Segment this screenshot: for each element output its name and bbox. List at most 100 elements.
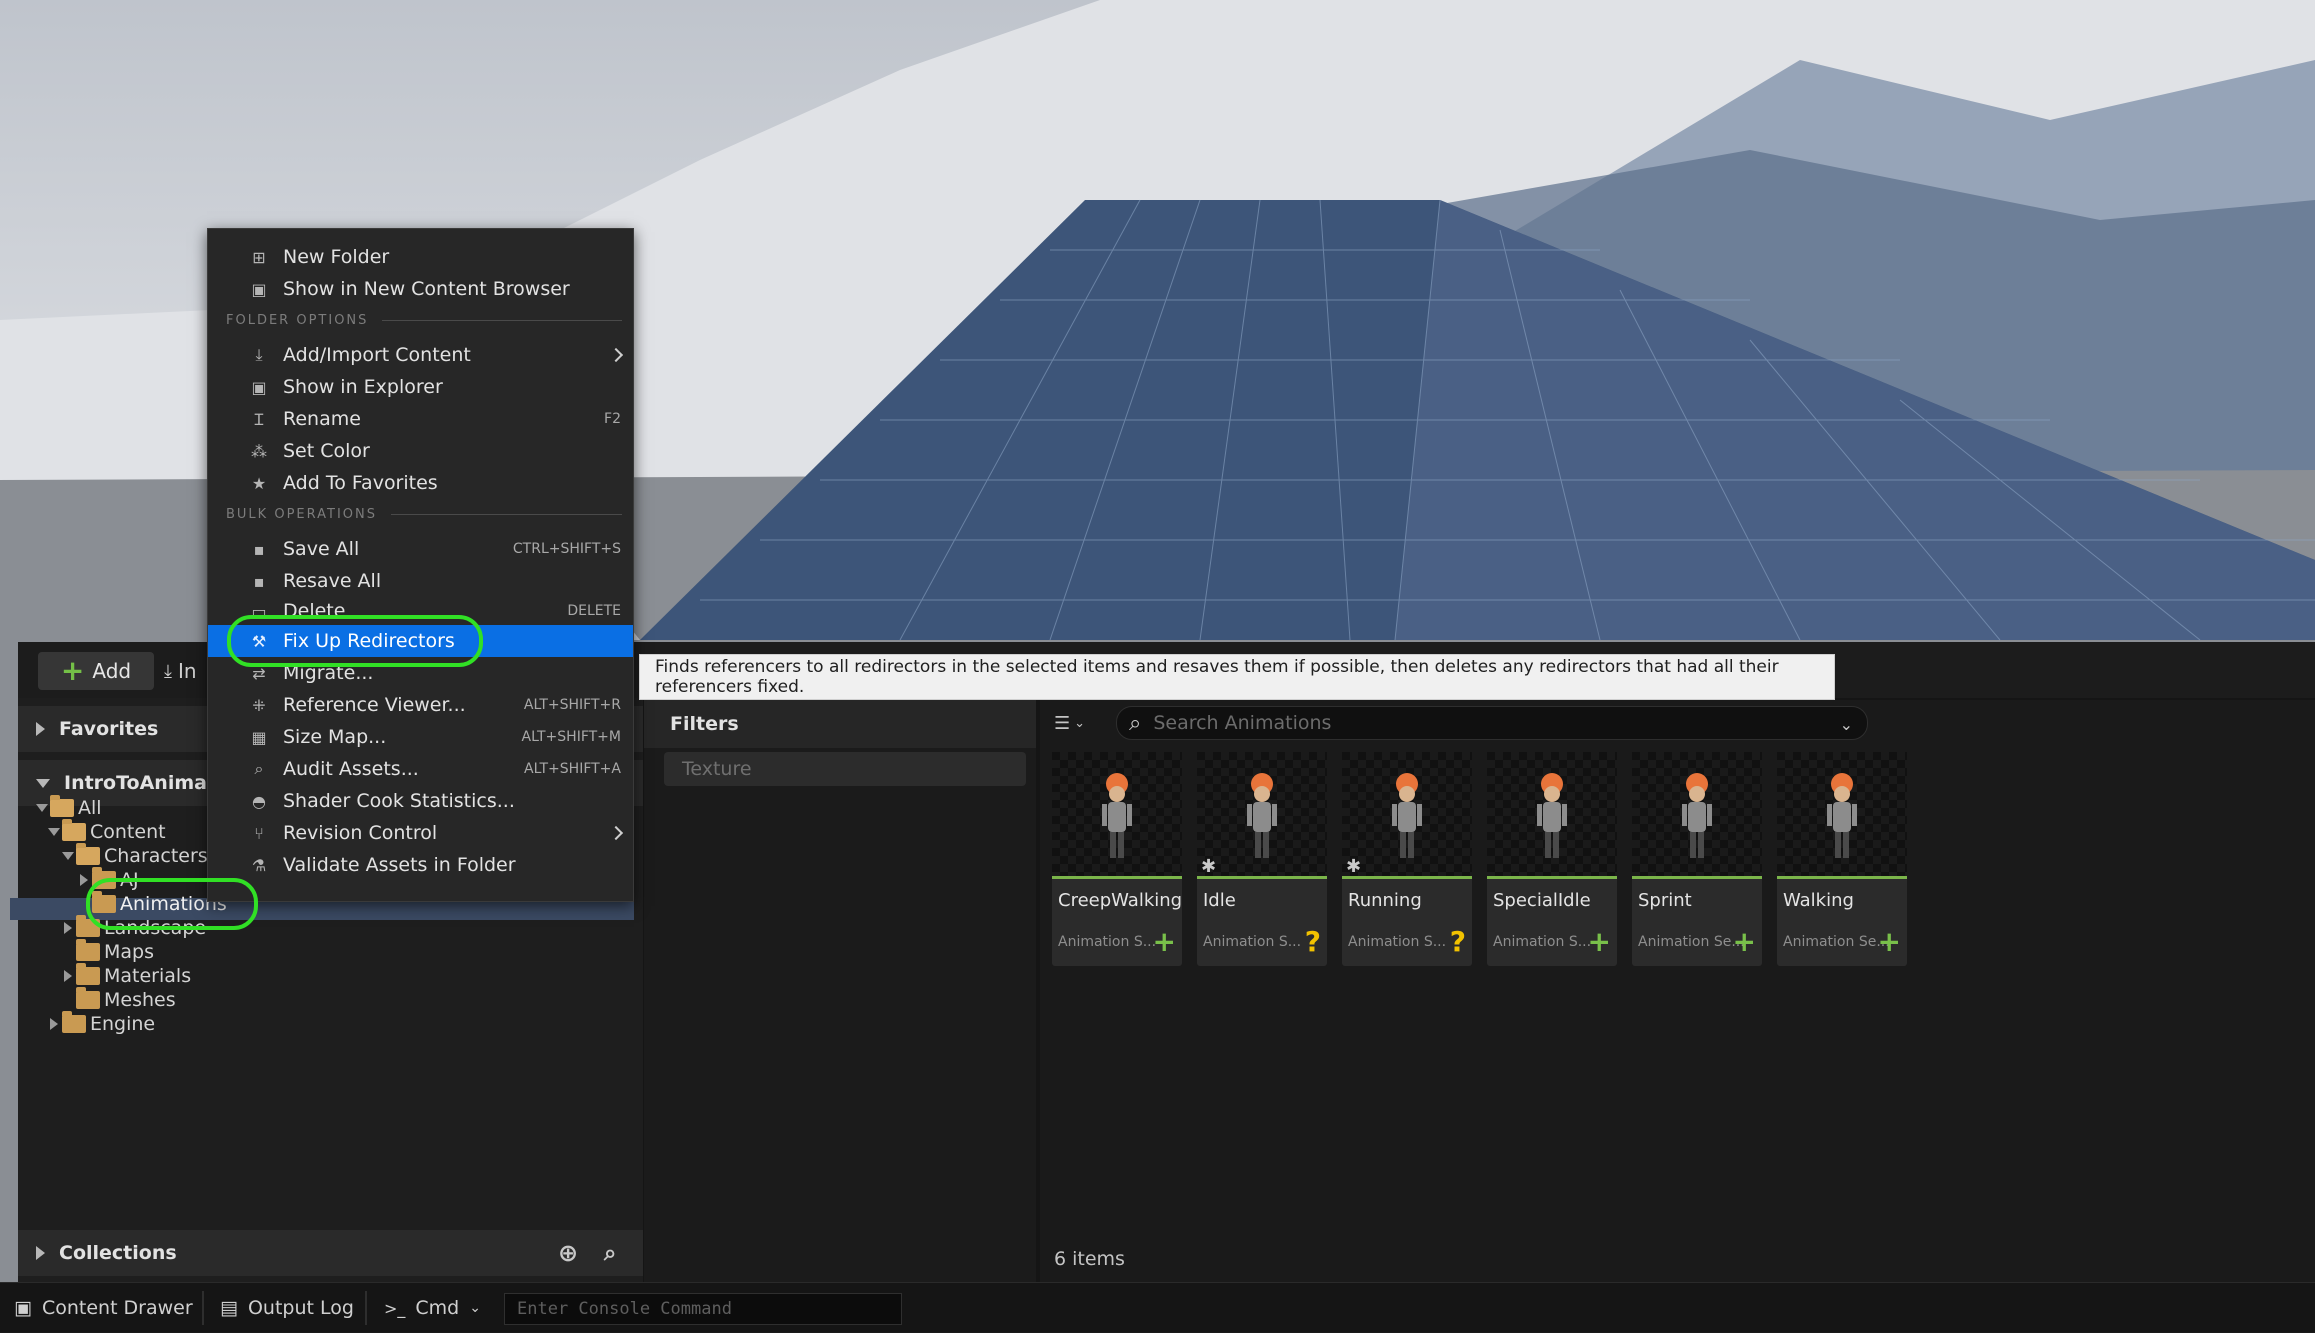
add-button[interactable]: + Add bbox=[38, 652, 154, 690]
expand-icon bbox=[36, 1246, 45, 1260]
add-collection-icon[interactable]: ⊕ bbox=[558, 1239, 578, 1267]
asset-thumbnail bbox=[1052, 752, 1182, 878]
add-button-label: Add bbox=[92, 659, 132, 683]
asset-tile[interactable]: SpecialIdle Animation S... + bbox=[1487, 752, 1617, 966]
asset-name: Running bbox=[1348, 890, 1422, 911]
collapse-icon bbox=[62, 852, 74, 860]
cmd-dropdown[interactable]: >_ Cmd ⌄ bbox=[384, 1283, 481, 1333]
output-log-button[interactable]: ▤ Output Log bbox=[220, 1283, 354, 1333]
tree-item-maps[interactable]: Maps bbox=[60, 939, 154, 964]
asset-type: Animation Se... bbox=[1783, 934, 1890, 950]
tree-item-label: Meshes bbox=[104, 989, 176, 1011]
palette-icon: ⁂ bbox=[251, 441, 267, 461]
content-drawer-icon: ▣ bbox=[14, 1297, 32, 1319]
asset-tile[interactable]: Walking Animation Se... + bbox=[1777, 752, 1907, 966]
search-icon[interactable]: ⌕ bbox=[604, 1241, 616, 1266]
asset-thumbnail bbox=[1342, 752, 1472, 878]
asset-type: Animation S... bbox=[1348, 934, 1447, 950]
menu-item-show-in-new-content-browser[interactable]: ▣ Show in New Content Browser bbox=[208, 273, 633, 305]
asset-tile[interactable]: ✱ Running Animation S...? bbox=[1342, 752, 1472, 966]
menu-item-label: New Folder bbox=[283, 246, 390, 268]
character-icon bbox=[1247, 773, 1277, 858]
asset-type-color-bar bbox=[1197, 876, 1327, 879]
question-mark-icon: ? bbox=[1304, 925, 1321, 958]
tree-item-all[interactable]: All bbox=[34, 795, 102, 820]
flask-icon: ⚗ bbox=[251, 855, 267, 875]
asset-tile[interactable]: CreepWalking Animation S... + bbox=[1052, 752, 1182, 966]
menu-item-size-map[interactable]: ▦ Size Map... ALT+SHIFT+M bbox=[208, 721, 633, 753]
filter-dropdown-button[interactable]: ☰ ⌄ bbox=[1054, 710, 1100, 736]
plus-icon: + bbox=[60, 654, 85, 687]
divider bbox=[202, 1291, 204, 1325]
asset-tile[interactable]: Sprint Animation Se... + bbox=[1632, 752, 1762, 966]
menu-item-add-to-favorites[interactable]: ★ Add To Favorites bbox=[208, 467, 633, 499]
asset-type-color-bar bbox=[1487, 876, 1617, 879]
asset-thumbnail bbox=[1777, 752, 1907, 878]
tree-item-characters[interactable]: Characters bbox=[60, 843, 208, 868]
menu-item-new-folder[interactable]: ⊞ New Folder bbox=[208, 241, 633, 273]
content-browser-icon: ▣ bbox=[251, 279, 267, 299]
asset-type: Animation S... bbox=[1493, 934, 1592, 950]
menu-item-validate-assets[interactable]: ⚗ Validate Assets in Folder bbox=[208, 849, 633, 881]
filters-header[interactable]: Filters bbox=[644, 700, 1036, 748]
section-title: FOLDER OPTIONS bbox=[226, 313, 369, 328]
chevron-down-icon[interactable]: ⌄ bbox=[1840, 715, 1853, 734]
content-drawer-button[interactable]: ▣ Content Drawer bbox=[14, 1283, 193, 1333]
status-bar: ▣ Content Drawer ▤ Output Log >_ Cmd ⌄ E… bbox=[0, 1282, 2315, 1332]
tree-item-label: Characters bbox=[104, 845, 208, 867]
folder-icon bbox=[76, 963, 100, 985]
menu-item-label: Show in Explorer bbox=[283, 376, 443, 398]
menu-item-label: Set Color bbox=[283, 440, 370, 462]
folder-context-menu: ⊞ New Folder ▣ Show in New Content Brows… bbox=[207, 228, 634, 902]
star-icon: ★ bbox=[251, 473, 267, 493]
menu-item-label: Add To Favorites bbox=[283, 472, 438, 494]
menu-item-rename[interactable]: Ɪ Rename F2 bbox=[208, 403, 633, 435]
texture-filter-chip[interactable]: Texture bbox=[664, 752, 1026, 786]
menu-item-save-all[interactable]: ▪ Save All CTRL+SHIFT+S bbox=[208, 533, 633, 565]
asset-tile[interactable]: ✱ Idle Animation S...? bbox=[1197, 752, 1327, 966]
folder-icon bbox=[76, 843, 100, 865]
menu-item-shader-cook-statistics[interactable]: ◓ Shader Cook Statistics... bbox=[208, 785, 633, 817]
collections-section-header[interactable]: Collections ⊕ ⌕ bbox=[18, 1230, 643, 1276]
search-input[interactable]: ⌕ Search Animations ⌄ bbox=[1116, 706, 1868, 740]
tree-item-label: Materials bbox=[104, 965, 192, 987]
cmd-label: Cmd bbox=[415, 1297, 460, 1319]
menu-item-audit-assets[interactable]: ⌕ Audit Assets... ALT+SHIFT+A bbox=[208, 753, 633, 785]
menu-item-revision-control[interactable]: ⑂ Revision Control bbox=[208, 817, 633, 849]
chevron-down-icon: ⌄ bbox=[1074, 715, 1086, 731]
tree-item-materials[interactable]: Materials bbox=[60, 963, 192, 988]
menu-item-set-color[interactable]: ⁂ Set Color bbox=[208, 435, 633, 467]
menu-item-resave-all[interactable]: ▪ Resave All bbox=[208, 565, 633, 597]
favorites-label: Favorites bbox=[59, 718, 159, 740]
annotation-circle bbox=[86, 878, 258, 930]
filter-icon: ☰ bbox=[1054, 712, 1071, 734]
menu-item-label: Reference Viewer... bbox=[283, 694, 466, 716]
star-icon: ✱ bbox=[1346, 856, 1362, 877]
tree-item-meshes[interactable]: Meshes bbox=[60, 987, 176, 1012]
folder-icon bbox=[76, 987, 100, 1009]
tree-item-engine[interactable]: Engine bbox=[46, 1011, 156, 1036]
folder-icon bbox=[50, 795, 74, 817]
character-icon bbox=[1102, 773, 1132, 858]
import-icon: ⤓ bbox=[255, 345, 263, 364]
menu-item-label: Shader Cook Statistics... bbox=[283, 790, 515, 812]
menu-item-label: Resave All bbox=[283, 570, 382, 592]
asset-type-color-bar bbox=[1777, 876, 1907, 879]
menu-item-show-in-explorer[interactable]: ▣ Show in Explorer bbox=[208, 371, 633, 403]
menu-shortcut: ALT+SHIFT+M bbox=[521, 729, 621, 745]
tree-item-content[interactable]: Content bbox=[46, 819, 166, 844]
asset-type: Animation S... bbox=[1203, 934, 1302, 950]
explorer-icon: ▣ bbox=[251, 377, 267, 397]
tree-item-label: Engine bbox=[90, 1013, 156, 1035]
menu-item-add-import-content[interactable]: ⤓ Add/Import Content bbox=[208, 339, 633, 371]
annotation-circle bbox=[227, 615, 483, 667]
asset-name: Idle bbox=[1203, 890, 1236, 911]
tree-item-label: Content bbox=[90, 821, 166, 843]
tree-item-label: Maps bbox=[104, 941, 154, 963]
section-bulk-operations: BULK OPERATIONS bbox=[226, 507, 622, 522]
divider bbox=[365, 1291, 367, 1325]
folder-icon bbox=[62, 819, 86, 841]
asset-type-color-bar bbox=[1342, 876, 1472, 879]
menu-item-reference-viewer[interactable]: ⁜ Reference Viewer... ALT+SHIFT+R bbox=[208, 689, 633, 721]
console-command-input[interactable]: Enter Console Command bbox=[504, 1293, 902, 1325]
